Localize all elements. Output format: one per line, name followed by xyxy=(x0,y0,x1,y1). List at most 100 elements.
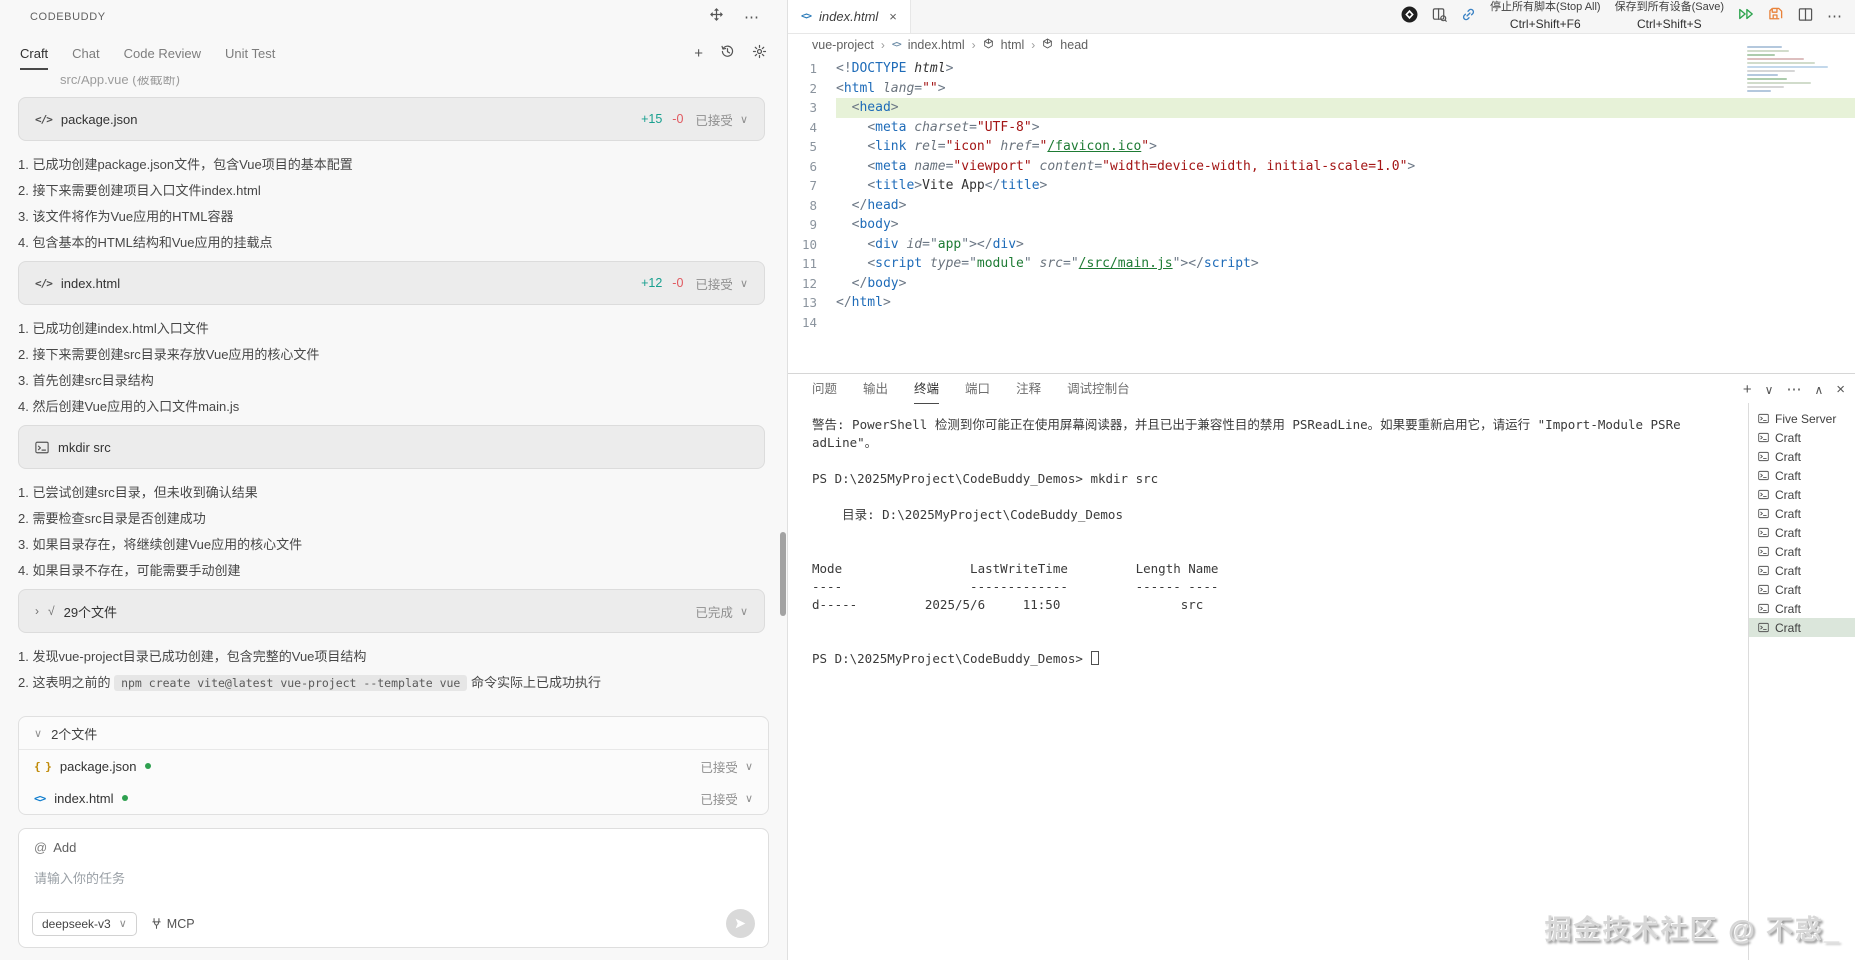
terminal-session-item[interactable]: Craft xyxy=(1749,428,1855,447)
file-status: 已接受 xyxy=(700,760,738,775)
terminal-line: Mode LastWriteTime Length Name xyxy=(812,561,1219,576)
history-icon[interactable] xyxy=(720,44,735,62)
link-icon[interactable] xyxy=(1461,7,1476,27)
tab-comments[interactable]: 注释 xyxy=(1016,378,1041,404)
panel-more-icon[interactable]: ⋯ xyxy=(744,10,759,25)
save-all-hint[interactable]: 保存到所有设备(Save) Ctrl+Shift+S xyxy=(1615,0,1724,33)
chevron-down-icon[interactable]: ∨ xyxy=(740,277,748,290)
tool-card-index-html[interactable]: </> index.html +12 -0 已接受 ∨ xyxy=(18,261,765,305)
new-chat-icon[interactable]: + xyxy=(694,46,703,61)
chevron-down-icon[interactable]: ∨ xyxy=(745,792,753,805)
terminal-session-item[interactable]: Craft xyxy=(1749,523,1855,542)
terminal-toolbar: + ∨ ⋯ ∧ × xyxy=(1743,382,1845,397)
close-tab-icon[interactable]: × xyxy=(889,9,897,24)
tab-ports[interactable]: 端口 xyxy=(965,378,990,404)
codebuddy-panel: CODEBUDDY ⋯ Craft Chat Code Review Unit … xyxy=(0,0,788,960)
move-panel-icon[interactable] xyxy=(709,7,724,27)
tab-terminal[interactable]: 终端 xyxy=(914,378,940,404)
session-name: Craft xyxy=(1775,506,1802,521)
settings-gear-icon[interactable] xyxy=(752,44,767,62)
tab-debug-console[interactable]: 调试控制台 xyxy=(1067,378,1130,404)
terminal-session-item[interactable]: Craft xyxy=(1749,599,1855,618)
chat-scrollbar[interactable] xyxy=(780,532,786,616)
accept-status: 已接受 xyxy=(695,277,733,292)
html-file-icon: <> xyxy=(891,40,902,50)
add-context-button[interactable]: @ Add xyxy=(34,840,753,855)
editor-tab-index-html[interactable]: <> index.html × xyxy=(788,0,911,33)
code-line: 14 xyxy=(788,313,1855,333)
line-number: 14 xyxy=(801,314,817,330)
symbol-icon xyxy=(983,38,994,52)
preview-search-icon[interactable] xyxy=(1432,7,1447,27)
stop-all-label: 停止所有脚本(Stop All) xyxy=(1489,0,1601,13)
breadcrumb-file[interactable]: index.html xyxy=(908,38,965,52)
terminal-session-item[interactable]: Five Server xyxy=(1749,409,1855,428)
breadcrumb-head[interactable]: head xyxy=(1060,38,1088,52)
chevron-down-icon[interactable]: ∨ xyxy=(740,113,748,126)
files-panel-header[interactable]: ∨ 2个文件 xyxy=(19,717,768,750)
close-panel-icon[interactable]: × xyxy=(1836,382,1845,397)
terminal-session-item[interactable]: Craft xyxy=(1749,485,1855,504)
breadcrumb-project[interactable]: vue-project xyxy=(812,38,874,52)
clipped-message: src/App.vue (被截断) xyxy=(60,76,180,87)
tool-card-name: mkdir src xyxy=(58,439,111,455)
tab-craft[interactable]: Craft xyxy=(20,37,49,70)
run-all-icon[interactable] xyxy=(1738,7,1754,26)
html-file-icon: <> xyxy=(801,11,812,22)
chevron-down-icon[interactable]: ∨ xyxy=(745,760,753,773)
split-editor-icon[interactable] xyxy=(1798,7,1813,27)
task-input[interactable]: 请输入你的任务 xyxy=(34,868,753,887)
file-status: 已接受 xyxy=(700,792,738,807)
chevron-down-icon: ∨ xyxy=(118,918,127,930)
file-row-package-json[interactable]: { } package.json 已接受 ∨ xyxy=(19,750,768,782)
line-number: 3 xyxy=(809,100,817,115)
codebuddy-logo-icon[interactable] xyxy=(1401,6,1418,28)
terminal-icon xyxy=(1758,451,1769,462)
task-composer: @ Add 请输入你的任务 deepseek-v3 ∨ MCP xyxy=(18,828,769,948)
tab-chat[interactable]: Chat xyxy=(72,37,99,70)
tab-unit-test[interactable]: Unit Test xyxy=(225,37,275,70)
terminal-session-item[interactable]: Craft xyxy=(1749,580,1855,599)
maximize-panel-icon[interactable]: ∧ xyxy=(1814,384,1823,396)
chat-transcript[interactable]: src/App.vue (被截断) </> package.json +15 -… xyxy=(0,76,779,712)
new-terminal-icon[interactable]: + xyxy=(1743,382,1752,397)
terminal-session-item[interactable]: Craft xyxy=(1749,561,1855,580)
terminal-session-item[interactable]: Craft xyxy=(1749,618,1855,637)
tab-output[interactable]: 输出 xyxy=(863,378,888,404)
terminal-session-item[interactable]: Craft xyxy=(1749,504,1855,523)
model-select[interactable]: deepseek-v3 ∨ xyxy=(32,911,137,936)
terminal-session-item[interactable]: Craft xyxy=(1749,542,1855,561)
session-name: Craft xyxy=(1775,430,1802,445)
save-all-files-icon[interactable] xyxy=(1768,7,1784,27)
terminal-prompt[interactable]: PS D:\2025MyProject\CodeBuddy_Demos> xyxy=(812,650,1739,668)
terminal-panel: 问题 输出 终端 端口 注释 调试控制台 + ∨ ⋯ ∧ × 警告: Power… xyxy=(788,373,1855,960)
send-button[interactable] xyxy=(726,909,755,938)
terminal-session-item[interactable]: Craft xyxy=(1749,466,1855,485)
files-summary-card[interactable]: › √ 29个文件 已完成 ∨ xyxy=(18,589,765,633)
code-line: 1 <!DOCTYPE html> xyxy=(788,59,1855,79)
chevron-right-icon[interactable]: › xyxy=(35,604,39,618)
terminal-session-item[interactable]: Craft xyxy=(1749,447,1855,466)
code-editor[interactable]: 1 <!DOCTYPE html> 2 <html lang=""> 3 <head> 4… xyxy=(788,56,1855,332)
files-count: 29个文件 xyxy=(63,604,118,620)
tab-code-review[interactable]: Code Review xyxy=(124,37,201,70)
tool-card-mkdir-src[interactable]: mkdir src xyxy=(18,425,765,469)
breadcrumb-html[interactable]: html xyxy=(1001,38,1025,52)
minimap[interactable] xyxy=(1747,46,1839,96)
tab-problems[interactable]: 问题 xyxy=(812,378,837,404)
panel-title: CODEBUDDY xyxy=(30,11,106,23)
file-row-index-html[interactable]: <> index.html 已接受 ∨ xyxy=(19,782,768,814)
stop-all-hint[interactable]: 停止所有脚本(Stop All) Ctrl+Shift+F6 xyxy=(1490,0,1601,33)
terminal-profile-chevron-icon[interactable]: ∨ xyxy=(1765,384,1774,396)
step-item: 3. 首先创建src目录结构 xyxy=(18,373,154,388)
terminal-line: 警告: PowerShell 检测到你可能正在使用屏幕阅读器，并且已出于兼容性目… xyxy=(812,417,1681,432)
terminal-output[interactable]: 警告: PowerShell 检测到你可能正在使用屏幕阅读器，并且已出于兼容性目… xyxy=(812,416,1739,956)
tool-card-package-json[interactable]: </> package.json +15 -0 已接受 ∨ xyxy=(18,97,765,141)
editor-more-icon[interactable]: ⋯ xyxy=(1827,9,1842,24)
chevron-down-icon[interactable]: ∨ xyxy=(740,605,748,618)
terminal-more-icon[interactable]: ⋯ xyxy=(1786,382,1801,397)
mcp-button[interactable]: MCP xyxy=(150,917,195,931)
composer-toolbar: deepseek-v3 ∨ MCP xyxy=(32,909,755,938)
